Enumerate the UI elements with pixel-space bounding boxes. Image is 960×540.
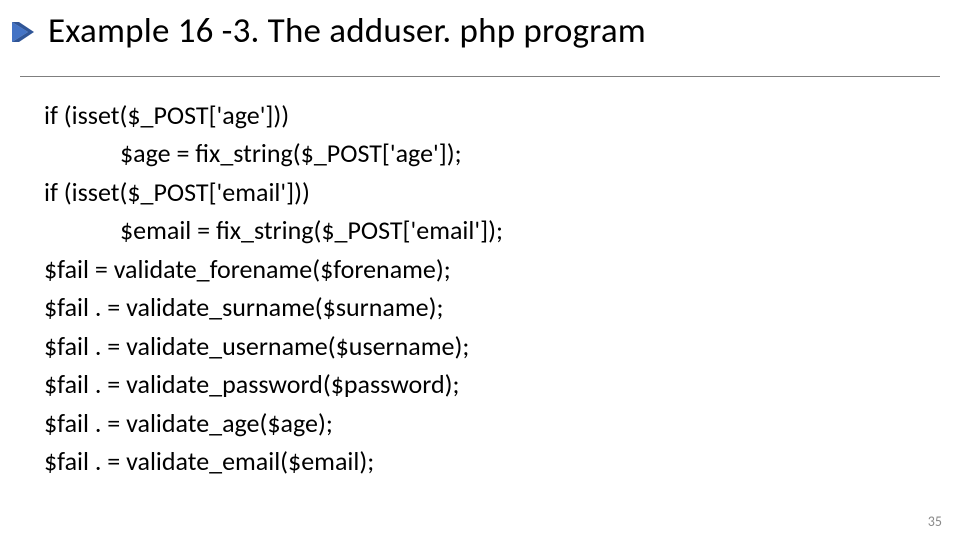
code-line: $age = fix_string($_POST['age']); — [44, 134, 920, 172]
code-line: $email = fix_string($_POST['email']); — [44, 211, 920, 249]
code-line: $fail = validate_forename($forename); — [44, 250, 920, 288]
arrow-bullet-icon — [10, 18, 38, 46]
code-line: $fail . = validate_surname($surname); — [44, 288, 920, 326]
slide-title: Example 16 -3. The adduser. php program — [48, 10, 930, 52]
code-line: if (isset($_POST['age'])) — [44, 96, 920, 134]
code-line: $fail . = validate_email($email); — [44, 442, 920, 480]
divider — [20, 76, 940, 77]
slide: Example 16 -3. The adduser. php program … — [0, 0, 960, 540]
title-wrap: Example 16 -3. The adduser. php program — [48, 10, 930, 52]
code-line: $fail . = validate_password($password); — [44, 365, 920, 403]
code-line: $fail . = validate_age($age); — [44, 404, 920, 442]
code-body: if (isset($_POST['age'])) $age = fix_str… — [44, 96, 920, 481]
page-number: 35 — [928, 513, 942, 530]
code-line: if (isset($_POST['email'])) — [44, 173, 920, 211]
code-line: $fail . = validate_username($username); — [44, 327, 920, 365]
